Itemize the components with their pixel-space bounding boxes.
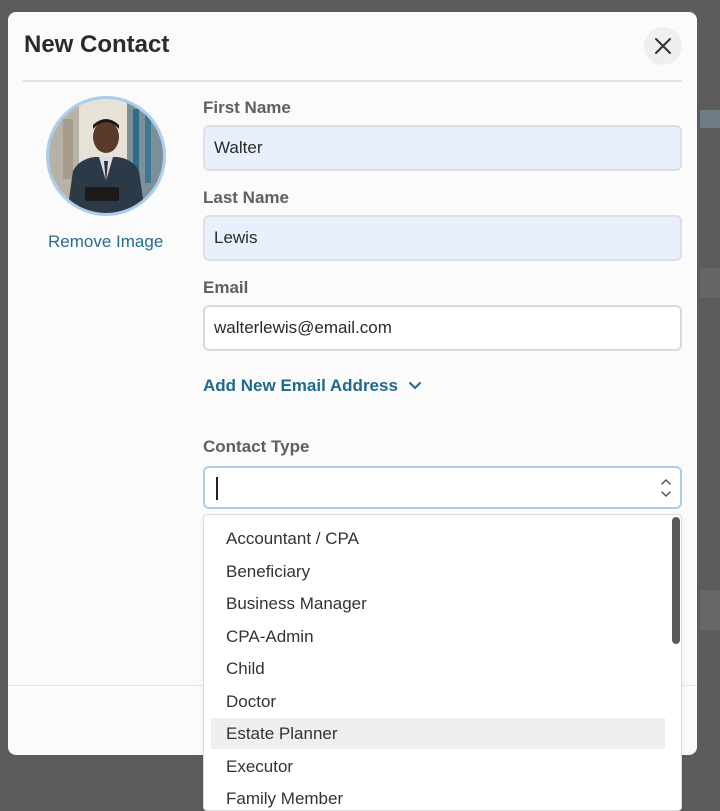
avatar-photo (49, 99, 163, 213)
chevron-down-icon (408, 382, 421, 390)
select-arrows-icon (661, 478, 671, 498)
new-contact-modal: New Contact Remove Image First Name Walt… (8, 12, 697, 811)
last-name-field[interactable]: Lewis (203, 215, 682, 261)
option-beneficiary[interactable]: Beneficiary (211, 556, 665, 587)
option-family-member[interactable]: Family Member (211, 783, 665, 810)
option-executor[interactable]: Executor (211, 751, 665, 782)
dropdown-scrollbar[interactable] (672, 517, 680, 644)
contact-type-select[interactable] (203, 466, 682, 509)
add-email-label: Add New Email Address (203, 376, 398, 395)
header-divider (23, 80, 682, 82)
background-fragment (700, 110, 720, 128)
option-cpa-admin[interactable]: CPA-Admin (211, 621, 665, 652)
option-child[interactable]: Child (211, 653, 665, 684)
first-name-value: Walter (214, 138, 263, 157)
email-value: walterlewis@email.com (214, 318, 392, 337)
contact-type-dropdown[interactable]: Accountant / CPA Beneficiary Business Ma… (203, 514, 682, 811)
email-label: Email (203, 278, 249, 297)
remove-image-link[interactable]: Remove Image (48, 232, 163, 252)
background-fragment (700, 268, 720, 298)
first-name-field[interactable]: Walter (203, 125, 682, 171)
background-fragment (700, 590, 720, 630)
option-doctor[interactable]: Doctor (211, 686, 665, 717)
option-business-manager[interactable]: Business Manager (211, 588, 665, 619)
contact-avatar[interactable] (46, 96, 166, 216)
email-field[interactable]: walterlewis@email.com (203, 305, 682, 351)
last-name-value: Lewis (214, 228, 258, 247)
contact-type-label: Contact Type (203, 437, 310, 456)
first-name-label: First Name (203, 98, 291, 117)
close-button[interactable] (644, 27, 682, 65)
add-email-button[interactable]: Add New Email Address (203, 376, 422, 396)
text-cursor (216, 477, 218, 500)
modal-title: New Contact (24, 31, 170, 58)
option-estate-planner[interactable]: Estate Planner (211, 718, 665, 749)
close-icon (655, 38, 671, 54)
last-name-label: Last Name (203, 188, 289, 207)
option-accountant-cpa[interactable]: Accountant / CPA (211, 523, 665, 554)
